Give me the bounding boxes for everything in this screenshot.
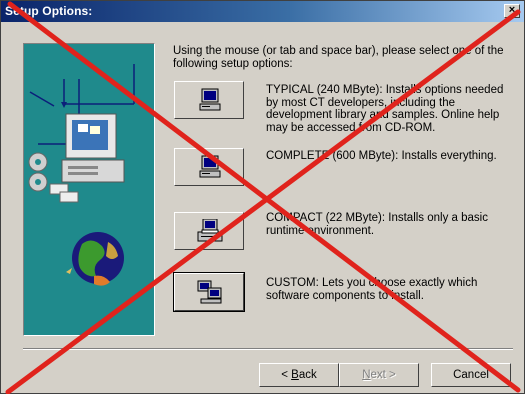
back-button-accesskey: B	[291, 369, 299, 381]
back-button-label: ack	[298, 369, 317, 381]
custom-option-label: CUSTOM: Lets you choose exactly which so…	[266, 277, 478, 302]
next-button-label: ext >	[370, 369, 396, 381]
back-button-prefix: <	[281, 369, 292, 381]
complete-option-label: COMPLETE (600 MByte): Installs everythin…	[266, 150, 497, 162]
next-button[interactable]: Next >	[339, 363, 419, 387]
title-bar: Setup Options: ×	[1, 1, 524, 22]
cancel-button-label: Cancel	[453, 369, 489, 381]
floppy-icon	[49, 183, 79, 203]
close-icon: ×	[508, 4, 516, 16]
setup-options-dialog: Setup Options: × Using the mouse (or tab…	[0, 0, 525, 394]
close-button[interactable]: ×	[504, 4, 520, 18]
divider	[23, 348, 513, 350]
setup-illustration-graphic	[28, 64, 135, 286]
disc-icon	[28, 152, 48, 192]
back-button[interactable]: < Back	[259, 363, 339, 387]
computer-icon	[199, 88, 221, 111]
cancel-button[interactable]: Cancel	[431, 363, 511, 387]
computer-icon	[199, 155, 221, 178]
computer-icon	[61, 113, 125, 183]
window-title: Setup Options:	[5, 4, 93, 18]
typical-option-button[interactable]	[174, 81, 244, 119]
compact-option-button[interactable]	[174, 212, 244, 250]
complete-option-button[interactable]	[174, 148, 244, 186]
multiple-computers-icon	[197, 280, 222, 304]
custom-option-button[interactable]	[173, 272, 245, 312]
setup-illustration	[23, 43, 155, 336]
intro-text: Using the mouse (or tab and space bar), …	[173, 45, 504, 70]
typical-option-label: TYPICAL (240 MByte): Installs options ne…	[266, 84, 504, 134]
next-button-accesskey: N	[362, 369, 371, 381]
compact-option-label: COMPACT (22 MByte): Installs only a basi…	[266, 212, 488, 237]
globe-icon	[66, 232, 124, 286]
printer-computer-icon	[197, 219, 223, 242]
